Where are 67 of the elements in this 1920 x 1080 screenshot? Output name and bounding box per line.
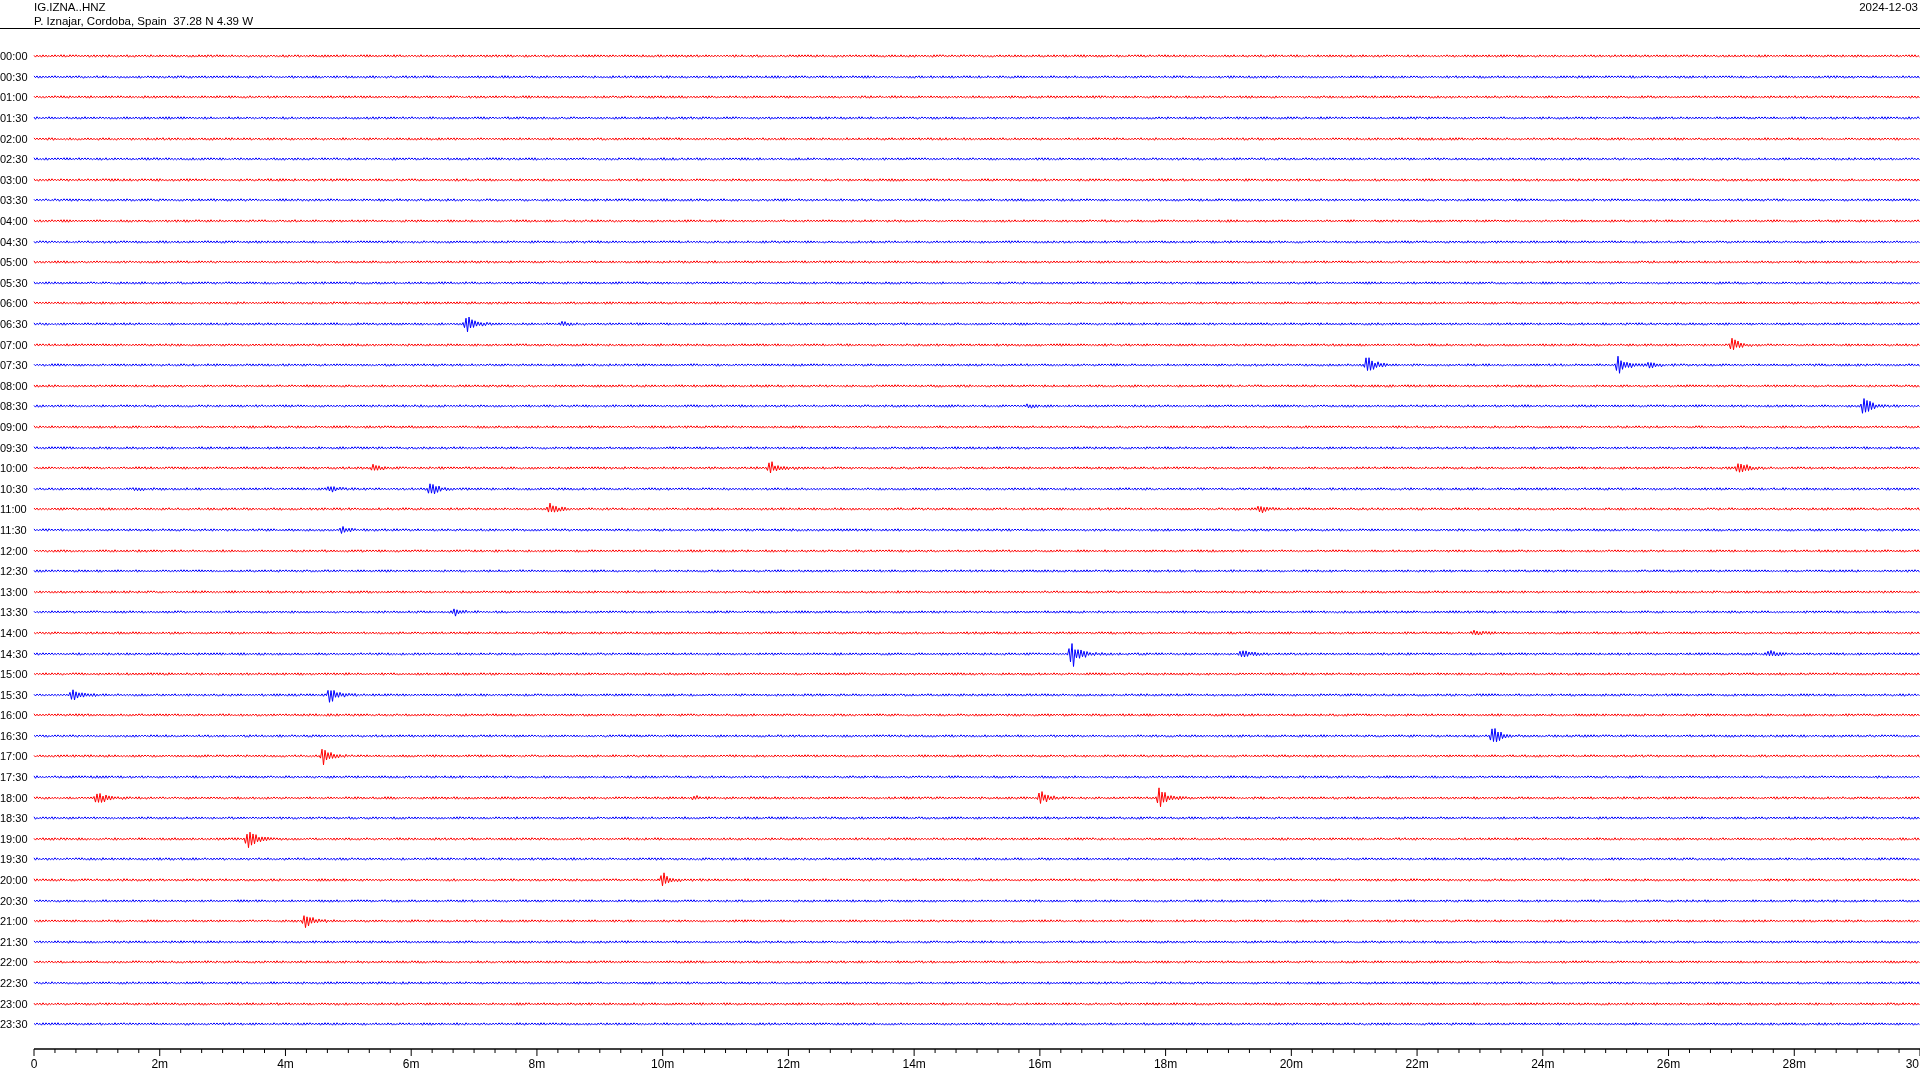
time-label: 06:00	[0, 297, 29, 310]
time-label: 02:30	[0, 153, 29, 166]
time-label: 23:30	[0, 1018, 29, 1031]
time-label: 16:00	[0, 709, 29, 722]
axis-label: 0	[30, 1056, 38, 1071]
time-label: 15:30	[0, 688, 29, 701]
time-label: 16:30	[0, 729, 29, 742]
time-label: 14:30	[0, 647, 29, 660]
time-label: 05:00	[0, 256, 29, 269]
time-label: 09:00	[0, 421, 29, 433]
axis-label: 26m	[1656, 1056, 1681, 1071]
time-label: 13:00	[0, 585, 29, 598]
time-label: 18:30	[0, 812, 29, 825]
time-label: 03:30	[0, 194, 29, 207]
time-label: 15:00	[0, 668, 29, 681]
time-label: 17:00	[0, 750, 29, 763]
time-label: 08:00	[0, 379, 29, 392]
date-label: 2024-12-03	[1859, 0, 1918, 14]
axis-label: 20m	[1279, 1056, 1303, 1071]
time-label: 11:30	[0, 523, 28, 536]
time-label: 07:30	[0, 359, 29, 372]
time-label: 01:30	[0, 112, 29, 125]
time-label: 18:00	[0, 791, 29, 804]
time-label: 20:00	[0, 874, 29, 887]
axis-label: 4m	[277, 1056, 294, 1071]
time-label: 00:00	[0, 50, 29, 63]
time-label: 19:30	[0, 853, 29, 866]
station-code: IG.IZNA..HNZ	[34, 0, 107, 14]
time-label: 12:00	[0, 544, 29, 557]
station-location: P. Iznajar, Cordoba, Spain 37.28 N 4.39 W	[34, 14, 254, 28]
time-label: 00:30	[0, 70, 29, 83]
time-label: 05:30	[0, 276, 29, 289]
time-label: 04:00	[0, 215, 29, 228]
time-label: 11:00	[0, 503, 28, 516]
time-label: 03:00	[0, 173, 29, 186]
time-label: 13:30	[0, 606, 29, 619]
time-label: 19:00	[0, 832, 29, 845]
time-label: 09:30	[0, 441, 29, 454]
axis-label: 16m	[1028, 1056, 1052, 1071]
axis-label: 6m	[402, 1056, 420, 1071]
time-label: 12:30	[0, 565, 29, 578]
time-label: 17:30	[0, 771, 29, 784]
time-label: 07:00	[0, 338, 29, 351]
axis-label: 12m	[776, 1056, 801, 1071]
axis-label: 18m	[1153, 1056, 1178, 1071]
time-label: 10:30	[0, 482, 29, 495]
time-label: 21:30	[0, 935, 29, 948]
axis-label: 24m	[1531, 1056, 1555, 1071]
axis-label: 30	[1905, 1056, 1919, 1071]
axis-label: 8m	[528, 1056, 546, 1071]
time-label: 04:30	[0, 235, 29, 248]
time-label: 23:00	[0, 997, 29, 1010]
axis-label: 22m	[1405, 1056, 1429, 1071]
time-label: 10:00	[0, 462, 29, 475]
time-label: 20:30	[0, 894, 29, 907]
axis-label: 2m	[151, 1056, 169, 1071]
time-label: 22:00	[0, 956, 29, 969]
axis-label: 10m	[651, 1056, 675, 1071]
time-label: 14:00	[0, 626, 29, 639]
time-label: 08:30	[0, 400, 29, 413]
axis-label: 28m	[1782, 1056, 1806, 1071]
axis-label: 14m	[902, 1056, 926, 1071]
time-label: 06:30	[0, 318, 29, 330]
time-label: 22:30	[0, 977, 29, 989]
time-label: 02:00	[0, 132, 29, 145]
time-label: 21:00	[0, 915, 29, 928]
time-label: 01:00	[0, 91, 29, 104]
